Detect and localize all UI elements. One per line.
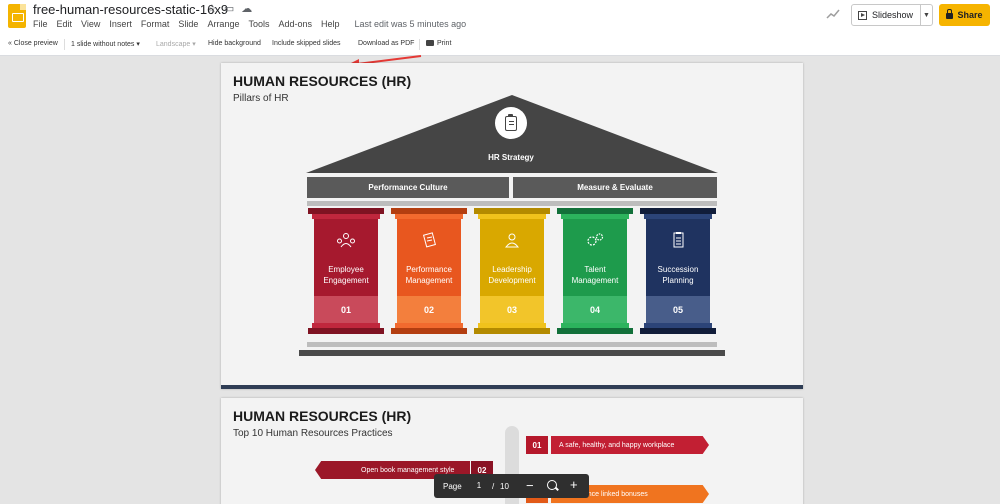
share-label: Share [957,10,983,20]
zoom-in-icon[interactable]: + [570,477,578,492]
slide-title: HUMAN RESOURCES (HR) [233,73,412,89]
pillar-number: 02 [397,296,461,323]
pillar-number: 03 [480,296,544,323]
foundation-beam [299,350,725,356]
gears-icon [587,233,604,246]
present-icon [858,10,867,20]
document-title[interactable]: free-human-resources-static-16x9 [33,2,228,17]
pillar-employee-engagement: Employee Engagement 01 [308,208,384,343]
zoom-icon[interactable] [547,480,557,490]
toolbar-divider [64,39,65,50]
practice-number: 01 [526,436,548,454]
print-preview-toolbar: « Close preview 1 slide without notes ▾ … [0,34,1000,56]
upper-beam [307,201,717,206]
clipboard-icon [422,232,436,248]
toolbar-divider [419,39,420,50]
pillar-number: 05 [646,296,710,323]
menu-view[interactable]: View [81,19,100,29]
pillar-succession-planning: Succession Planning 05 [640,208,716,343]
pillar-number: 01 [314,296,378,323]
practice-label: A safe, healthy, and happy workplace [551,436,709,454]
menu-slide[interactable]: Slide [178,19,198,29]
lower-beam [307,342,717,347]
pillar-talent-management: Talent Management 04 [557,208,633,343]
menu-edit[interactable]: Edit [57,19,73,29]
menu-bar: File Edit View Insert Format Slide Arran… [33,19,466,29]
measure-evaluate-band: Measure & Evaluate [513,177,717,198]
slideshow-button[interactable]: Slideshow ▼ [851,4,933,26]
document-icon [673,232,684,248]
pillar-label: Performance Management [405,265,453,285]
pillar-label: Succession Planning [657,265,699,285]
print-icon [426,40,434,46]
slides-logo-icon[interactable] [8,4,26,28]
pillar-label: Talent Management [571,265,619,285]
pillar-leadership-development: Leadership Development 03 [474,208,550,343]
menu-insert[interactable]: Insert [109,19,132,29]
title-icons: ☆ ▭ ☁ [207,2,252,15]
menu-arrange[interactable]: Arrange [207,19,239,29]
leader-icon [504,233,520,248]
star-icon[interactable]: ☆ [207,2,217,15]
page-label: Page [443,482,462,491]
zoom-out-icon[interactable]: − [526,478,534,493]
pillar-label: Leadership Development [488,265,536,285]
hide-background-button[interactable]: Hide background [208,40,261,47]
clipboard-icon [495,107,527,139]
include-skipped-slides-button[interactable]: Include skipped slides [272,40,341,47]
close-preview-button[interactable]: « Close preview [8,40,58,47]
last-edit-status[interactable]: Last edit was 5 minutes ago [355,19,467,29]
hr-strategy-label: HR Strategy [488,153,534,162]
orientation-label: Landscape [156,41,191,48]
share-button[interactable]: Share [939,4,990,26]
menu-addons[interactable]: Add-ons [278,19,312,29]
download-pdf-button[interactable]: Download as PDF [358,40,414,47]
performance-culture-band: Performance Culture [307,177,509,198]
slide-title: HUMAN RESOURCES (HR) [233,408,412,424]
page-navigation-bar: Page 1 / 10 − + [434,474,589,498]
notes-layout-label: 1 slide without notes [71,41,135,48]
page-number-input[interactable]: 1 [470,481,488,492]
app-header: free-human-resources-static-16x9 ☆ ▭ ☁ F… [0,0,1000,34]
people-icon [337,233,355,248]
slide-subtitle: Pillars of HR [233,93,289,104]
menu-format[interactable]: Format [141,19,170,29]
slideshow-dropdown-icon[interactable]: ▼ [920,5,932,25]
page-separator: / [492,482,495,491]
slide-subtitle: Top 10 Human Resources Practices [233,428,393,439]
activity-dashboard-icon[interactable] [826,8,840,20]
move-folder-icon[interactable]: ▭ [224,2,234,15]
pillar-label: Employee Engagement [323,265,369,285]
cloud-status-icon[interactable]: ☁ [241,2,252,15]
slideshow-label: Slideshow [872,10,914,20]
orientation-dropdown[interactable]: Landscape ▾ [156,40,196,48]
page-total: 10 [500,482,509,491]
pillar-number: 04 [563,296,627,323]
chevron-down-icon: ▾ [136,41,140,48]
menu-tools[interactable]: Tools [248,19,269,29]
print-label: Print [437,40,452,47]
pillar-performance-management: Performance Management 02 [391,208,467,343]
menu-help[interactable]: Help [321,19,340,29]
notes-layout-dropdown[interactable]: 1 slide without notes ▾ [71,40,140,48]
menu-file[interactable]: File [33,19,48,29]
chevron-down-icon: ▾ [192,41,196,48]
lock-icon [946,9,954,19]
print-button[interactable]: Print [426,40,451,47]
slide-preview-1: HUMAN RESOURCES (HR) Pillars of HR HR St… [221,63,803,389]
